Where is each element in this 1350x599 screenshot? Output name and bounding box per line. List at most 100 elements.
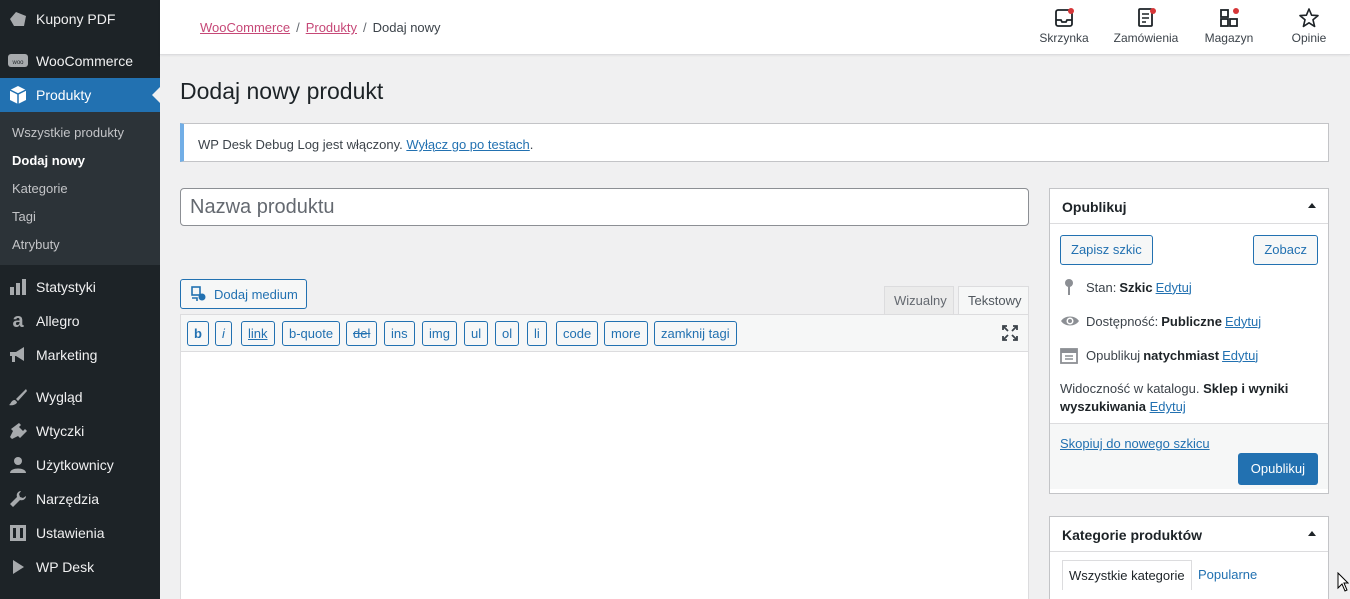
settings-icon	[8, 523, 28, 543]
qt-close-tags-button[interactable]: zamknij tagi	[654, 321, 737, 346]
menu-label: Marketing	[36, 347, 98, 363]
reviews-label: Opinie	[1291, 31, 1327, 45]
publish-actions: Skopiuj do nowego szkicu Opublikuj	[1050, 423, 1328, 489]
notice-disable-link[interactable]: Wyłącz go po testach	[406, 137, 529, 152]
collapse-arrow-icon[interactable]	[1308, 531, 1316, 536]
qt-del-button[interactable]: del	[346, 321, 378, 346]
menu-uzytkownicy[interactable]: Użytkownicy	[0, 448, 160, 482]
save-draft-button[interactable]: Zapisz szkic	[1060, 235, 1153, 265]
inbox-button[interactable]: Skrzynka	[1026, 8, 1102, 50]
qt-ol-button[interactable]: ol	[495, 321, 520, 346]
visibility-edit-link[interactable]: Edytuj	[1225, 314, 1261, 329]
tab-visual[interactable]: Wizualny	[884, 286, 954, 315]
menu-allegro[interactable]: a Allegro	[0, 304, 160, 338]
collapse-arrow-icon[interactable]	[1308, 203, 1316, 208]
menu-label: Produkty	[36, 87, 92, 103]
menu-narzedzia[interactable]: Narzędzia	[0, 482, 160, 516]
categories-box-title: Kategorie produktów	[1062, 527, 1203, 543]
quicktags-toolbar: b i link b-quote del ins img ul ol li co…	[181, 315, 1028, 352]
status-edit-link[interactable]: Edytuj	[1156, 280, 1192, 295]
page-title: Dodaj nowy produkt	[180, 78, 384, 104]
menu-kupony-pdf[interactable]: Kupony PDF	[0, 2, 160, 36]
tab-popular-categories[interactable]: Popularne	[1192, 560, 1263, 589]
menu-marketing[interactable]: Marketing	[0, 338, 160, 372]
wrench-icon	[8, 489, 28, 509]
star-icon	[1298, 8, 1320, 28]
menu-label: Allegro	[36, 313, 80, 329]
stock-label: Magazyn	[1204, 31, 1254, 45]
menu-label: Narzędzia	[36, 491, 100, 507]
qt-italic-button[interactable]: i	[215, 321, 232, 346]
breadcrumb-products[interactable]: Produkty	[306, 20, 357, 35]
catalog-edit-link[interactable]: Edytuj	[1150, 399, 1186, 414]
bar-chart-icon	[8, 277, 28, 297]
play-icon	[8, 557, 28, 577]
allegro-icon: a	[12, 309, 24, 332]
produkty-submenu: Wszystkie produkty Dodaj nowy Kategorie …	[0, 112, 160, 265]
tab-text[interactable]: Tekstowy	[958, 286, 1029, 315]
calendar-icon	[1060, 346, 1078, 364]
schedule-row: Opublikuj natychmiast Edytuj	[1060, 346, 1258, 364]
qt-bquote-button[interactable]: b-quote	[282, 321, 341, 346]
qt-bold-button[interactable]: b	[187, 321, 209, 346]
inbox-icon	[1053, 8, 1075, 28]
tab-all-categories[interactable]: Wszystkie kategorie	[1062, 560, 1192, 590]
fullscreen-icon[interactable]	[1002, 325, 1018, 341]
categories-box-header: Kategorie produktów	[1050, 517, 1328, 552]
submenu-all-products[interactable]: Wszystkie produkty	[0, 119, 160, 147]
copy-draft-link[interactable]: Skopiuj do nowego szkicu	[1060, 436, 1210, 451]
inbox-label: Skrzynka	[1039, 31, 1089, 45]
qt-ins-button[interactable]: ins	[384, 321, 415, 346]
woocommerce-header: WooCommerce / Produkty / Dodaj nowy Skrzynka…	[160, 0, 1350, 55]
qt-img-button[interactable]: img	[422, 321, 457, 346]
status-row: Stan: Szkic Edytuj	[1060, 278, 1192, 296]
stock-button[interactable]: Magazyn	[1191, 8, 1267, 50]
qt-code-button[interactable]: code	[556, 321, 599, 346]
publish-box: Opublikuj Zapisz szkic Zobacz Stan: Szkic…	[1049, 188, 1329, 494]
submenu-categories[interactable]: Kategorie	[0, 175, 160, 203]
menu-label: Ustawienia	[36, 525, 105, 541]
publish-button[interactable]: Opublikuj	[1237, 453, 1318, 485]
add-media-label: Dodaj medium	[214, 286, 298, 302]
megaphone-icon	[8, 345, 28, 365]
content-editor[interactable]: b i link b-quote del ins img ul ol li co…	[180, 314, 1029, 599]
menu-woocommerce[interactable]: woo WooCommerce	[0, 44, 160, 78]
menu-produkty[interactable]: Produkty	[0, 78, 160, 112]
orders-label: Zamówienia	[1113, 31, 1179, 45]
qt-more-button[interactable]: more	[604, 321, 648, 346]
orders-icon	[1135, 8, 1157, 28]
admin-sidebar: Kupony PDF woo WooCommerce Produkty Wszy…	[0, 0, 160, 599]
reviews-button[interactable]: Opinie	[1271, 8, 1347, 50]
submenu-tags[interactable]: Tagi	[0, 203, 160, 231]
add-media-button[interactable]: Dodaj medium	[180, 279, 307, 309]
plugin-icon	[8, 421, 28, 441]
catalog-visibility: Widoczność w katalogu. Sklep i wyniki wy…	[1060, 381, 1289, 414]
notice-text: WP Desk Debug Log jest włączony.	[198, 137, 407, 152]
qt-li-button[interactable]: li	[527, 321, 547, 346]
menu-label: Kupony PDF	[36, 11, 116, 27]
breadcrumb-woocommerce[interactable]: WooCommerce	[200, 20, 290, 35]
mouse-cursor-icon	[1337, 571, 1350, 592]
pin-icon	[1060, 278, 1078, 296]
schedule-edit-link[interactable]: Edytuj	[1222, 348, 1258, 363]
menu-label: Wygląd	[36, 389, 83, 405]
menu-statystyki[interactable]: Statystyki	[0, 270, 160, 304]
box-icon	[8, 85, 28, 105]
submenu-add-new[interactable]: Dodaj nowy	[0, 147, 160, 175]
qt-ul-button[interactable]: ul	[464, 321, 489, 346]
menu-wyglad[interactable]: Wygląd	[0, 380, 160, 414]
orders-button[interactable]: Zamówienia	[1108, 8, 1184, 50]
menu-ustawienia[interactable]: Ustawienia	[0, 516, 160, 550]
ticket-icon	[8, 9, 28, 29]
qt-link-button[interactable]: link	[241, 321, 275, 346]
publish-box-title: Opublikuj	[1062, 199, 1127, 215]
menu-wtyczki[interactable]: Wtyczki	[0, 414, 160, 448]
content-textarea[interactable]	[181, 352, 1028, 599]
submenu-attributes[interactable]: Atrybuty	[0, 231, 160, 259]
product-name-input[interactable]	[180, 188, 1029, 226]
menu-wp-desk[interactable]: WP Desk	[0, 550, 160, 584]
stock-icon	[1218, 8, 1240, 28]
preview-button[interactable]: Zobacz	[1253, 235, 1318, 265]
publish-box-header: Opublikuj	[1050, 189, 1328, 224]
breadcrumb-current: Dodaj nowy	[372, 20, 441, 35]
